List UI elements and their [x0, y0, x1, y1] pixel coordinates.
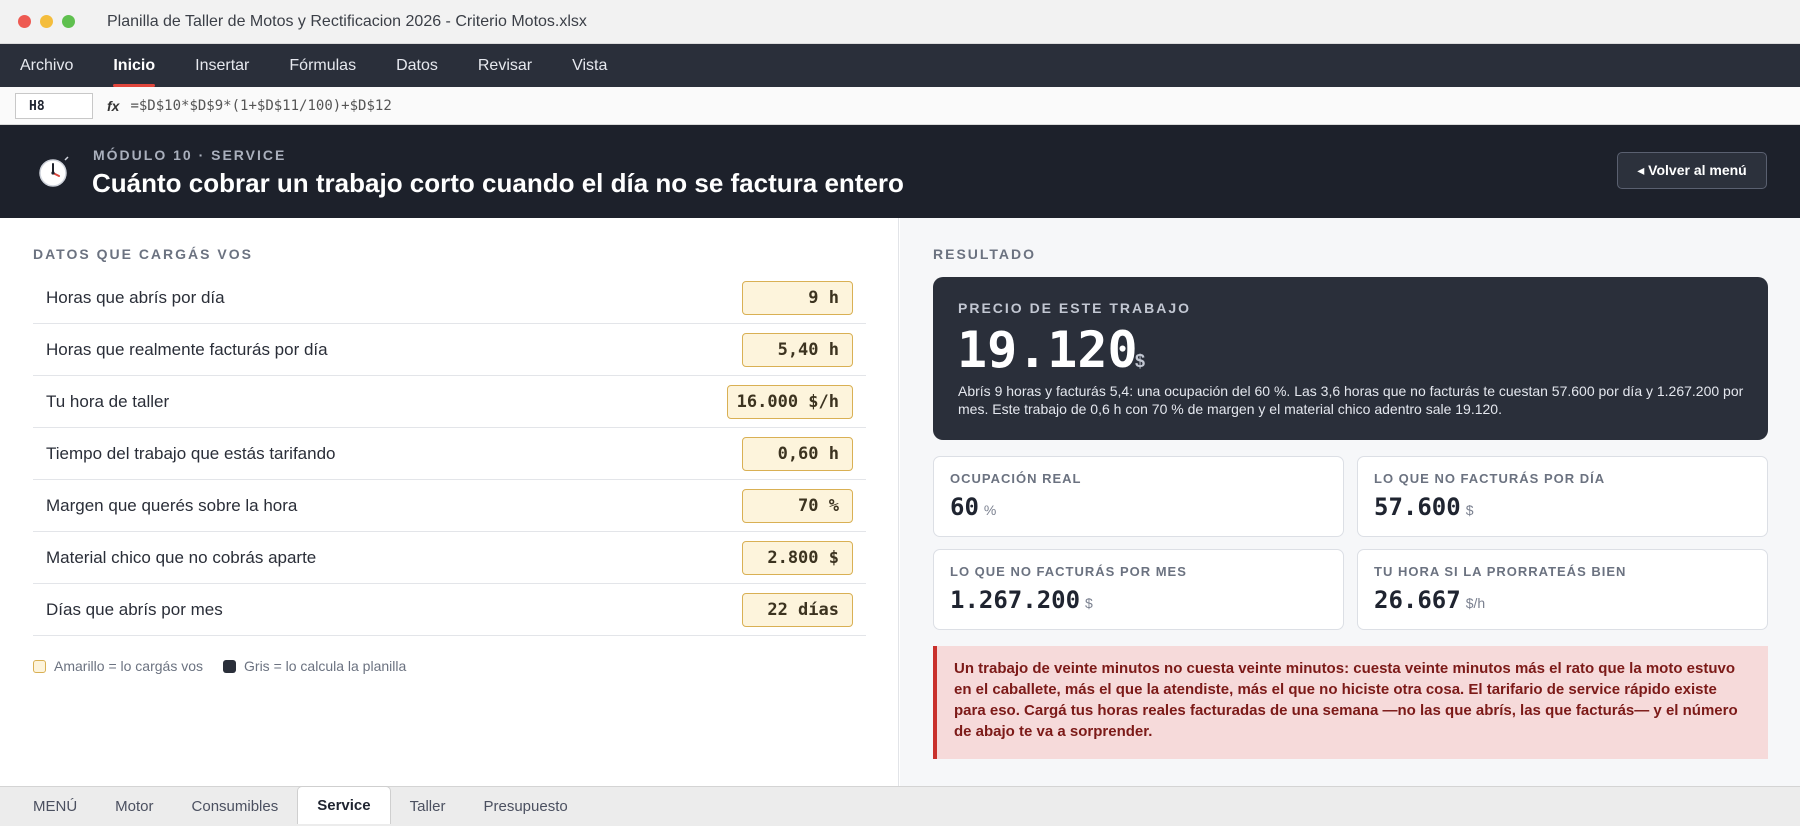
window-title: Planilla de Taller de Motos y Rectificac… — [107, 12, 587, 30]
material-input[interactable]: 2.800 $ — [742, 540, 853, 575]
metric-value: 1.267.200 — [950, 586, 1081, 614]
inputs-panel: DATOS QUE CARGÁS VOS Horas que abrís por… — [0, 218, 899, 786]
inputs-list: Horas que abrís por día 9 h Horas que re… — [33, 272, 866, 636]
metric-value-row: 26.667 $/h — [1374, 586, 1485, 614]
price-label: PRECIO DE ESTE TRABAJO — [958, 300, 1192, 316]
sheet-tab-consumibles[interactable]: Consumibles — [173, 789, 298, 824]
input-label: Días que abrís por mes — [46, 599, 223, 619]
results-panel: RESULTADO PRECIO DE ESTE TRABAJO 19.120 … — [900, 218, 1800, 786]
metric-value-row: 1.267.200 $ — [950, 586, 1093, 614]
menu-revisar[interactable]: Revisar — [478, 57, 532, 87]
margin-input[interactable]: 70 % — [742, 488, 853, 523]
menu-bar: Archivo Inicio Insertar Fórmulas Datos R… — [0, 44, 1800, 87]
legend-gray-swatch — [223, 659, 237, 673]
metric-card-unbilled-month: LO QUE NO FACTURÁS POR MES 1.267.200 $ — [933, 549, 1344, 630]
legend-calc-text: Gris = lo calcula la planilla — [244, 658, 407, 674]
input-row-hours-open: Horas que abrís por día 9 h — [33, 272, 866, 324]
input-label: Tiempo del trabajo que estás tarifando — [46, 443, 336, 463]
module-header: MÓDULO 10 · SERVICE Cuánto cobrar un tra… — [0, 125, 1800, 218]
title-bar: Planilla de Taller de Motos y Rectificac… — [0, 0, 1800, 44]
price-description: Abrís 9 horas y facturás 5,4: una ocupac… — [958, 383, 1744, 417]
sheet-tab-service[interactable]: Service — [297, 785, 391, 824]
days-open-input[interactable]: 22 días — [742, 592, 853, 627]
hourly-rate-input[interactable]: 16.000 $/h — [727, 384, 853, 419]
formula-input[interactable]: =$D$10*$D$9*(1+$D$11/100)+$D$12 — [130, 98, 391, 114]
sheet-tab-menu[interactable]: MENÚ — [14, 789, 96, 824]
legend-yellow-swatch — [33, 659, 46, 673]
warning-callout: Un trabajo de veinte minutos no cuesta v… — [933, 646, 1768, 759]
hours-open-input[interactable]: 9 h — [742, 280, 853, 315]
metric-label: TU HORA SI LA PRORRATEÁS BIEN — [1374, 564, 1627, 579]
input-label: Horas que realmente facturás por día — [46, 339, 328, 359]
input-label: Material chico que no cobrás aparte — [46, 547, 317, 567]
metric-unit: % — [983, 502, 997, 518]
metric-label: OCUPACIÓN REAL — [950, 471, 1082, 486]
metric-unit: $/h — [1465, 595, 1486, 611]
metric-card-unbilled-day: LO QUE NO FACTURÁS POR DÍA 57.600 $ — [1357, 456, 1768, 537]
sheet-tab-motor[interactable]: Motor — [96, 789, 172, 824]
menu-datos[interactable]: Datos — [396, 57, 438, 87]
minimize-window-button[interactable] — [40, 15, 53, 28]
input-row-margin: Margen que querés sobre la hora 70 % — [33, 480, 866, 532]
metric-value-row: 60 % — [950, 493, 996, 521]
price-card: PRECIO DE ESTE TRABAJO 19.120 $ Abrís 9 … — [933, 277, 1768, 440]
fx-icon: fx — [107, 97, 120, 114]
menu-inicio[interactable]: Inicio — [113, 57, 155, 87]
clock-icon — [39, 156, 69, 187]
metric-card-prorated-hour: TU HORA SI LA PRORRATEÁS BIEN 26.667 $/h — [1357, 549, 1768, 630]
sheet-tabs: MENÚ Motor Consumibles Service Taller Pr… — [0, 785, 1800, 826]
metric-value: 57.600 — [1374, 493, 1461, 521]
sheet-tab-taller[interactable]: Taller — [391, 789, 465, 824]
page-title: Cuánto cobrar un trabajo corto cuando el… — [92, 168, 904, 198]
input-label: Horas que abrís por día — [46, 287, 225, 307]
input-row-days-open: Días que abrís por mes 22 días — [33, 584, 866, 636]
price-value: 19.120 — [957, 321, 1138, 379]
window-controls — [18, 15, 75, 28]
sheet-tab-presupuesto[interactable]: Presupuesto — [464, 789, 586, 824]
metric-label: LO QUE NO FACTURÁS POR DÍA — [1374, 471, 1606, 486]
metric-value-row: 57.600 $ — [1374, 493, 1474, 521]
metric-value: 26.667 — [1374, 586, 1461, 614]
input-label: Tu hora de taller — [46, 391, 170, 411]
legend-input-text: Amarillo = lo cargás vos — [54, 658, 204, 674]
input-label: Margen que querés sobre la hora — [46, 495, 298, 515]
hours-billed-input[interactable]: 5,40 h — [742, 332, 853, 367]
metric-card-occupancy: OCUPACIÓN REAL 60 % — [933, 456, 1344, 537]
input-row-hours-billed: Horas que realmente facturás por día 5,4… — [33, 324, 866, 376]
metric-label: LO QUE NO FACTURÁS POR MES — [950, 564, 1187, 579]
metric-unit: $ — [1465, 502, 1474, 518]
color-legend: Amarillo = lo cargás vos Gris = lo calcu… — [33, 658, 406, 674]
module-eyebrow: MÓDULO 10 · SERVICE — [93, 147, 287, 163]
back-to-menu-button[interactable]: ◂ Volver al menú — [1617, 152, 1767, 189]
formula-bar: H8 fx =$D$10*$D$9*(1+$D$11/100)+$D$12 — [0, 87, 1800, 125]
inputs-section-label: DATOS QUE CARGÁS VOS — [33, 246, 253, 262]
menu-archivo[interactable]: Archivo — [20, 57, 73, 87]
input-row-job-time: Tiempo del trabajo que estás tarifando 0… — [33, 428, 866, 480]
job-time-input[interactable]: 0,60 h — [742, 436, 853, 471]
metric-unit: $ — [1085, 595, 1093, 611]
menu-formulas[interactable]: Fórmulas — [289, 57, 356, 87]
zoom-window-button[interactable] — [62, 15, 75, 28]
results-section-label: RESULTADO — [933, 246, 1037, 262]
menu-insertar[interactable]: Insertar — [195, 57, 249, 87]
metric-value: 60 — [950, 493, 979, 521]
menu-vista[interactable]: Vista — [572, 57, 607, 87]
input-row-hourly-rate: Tu hora de taller 16.000 $/h — [33, 376, 866, 428]
input-row-material: Material chico que no cobrás aparte 2.80… — [33, 532, 866, 584]
cell-reference-box[interactable]: H8 — [15, 92, 93, 119]
close-window-button[interactable] — [18, 15, 31, 28]
price-unit: $ — [1135, 351, 1146, 371]
